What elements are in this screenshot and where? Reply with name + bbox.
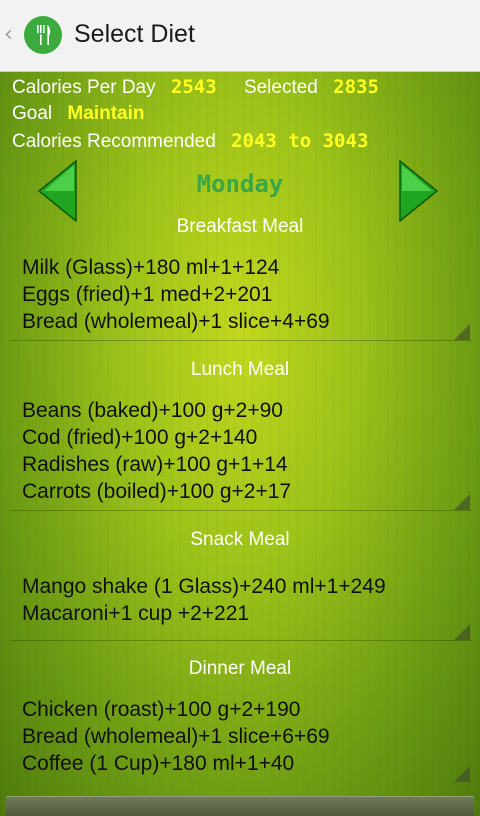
calories-per-day-label: Calories Per Day (12, 77, 156, 98)
snack-meal-title: Snack Meal (190, 529, 290, 550)
action-bar: ‹ Select Diet (0, 0, 480, 72)
dinner-meal-list[interactable]: Chicken (roast)+100 g+2+190 Bread (whole… (22, 696, 462, 777)
list-item: Cod (fried)+100 g+2+140 (22, 426, 258, 449)
list-item: Bread (wholemeal)+1 slice+6+69 (22, 725, 330, 748)
snack-meal-list[interactable]: Mango shake (1 Glass)+240 ml+1+249 Macar… (22, 573, 462, 627)
resize-corner-icon (454, 324, 470, 340)
list-item: Chicken (roast)+100 g+2+190 (22, 698, 301, 721)
divider (10, 510, 472, 511)
list-item: Eggs (fried)+1 med+2+201 (22, 283, 273, 306)
resize-corner-icon (454, 624, 470, 640)
divider (10, 340, 472, 341)
goal-row: Goal Maintain (12, 103, 144, 125)
divider (10, 640, 472, 641)
selected-value: 2835 (333, 76, 379, 98)
list-item: Radishes (raw)+100 g+1+14 (22, 453, 288, 476)
list-item: Coffee (1 Cup)+180 ml+1+40 (22, 752, 295, 775)
breakfast-meal-list[interactable]: Milk (Glass)+180 ml+1+124 Eggs (fried)+1… (22, 254, 462, 335)
resize-corner-icon (454, 766, 470, 782)
list-item: Milk (Glass)+180 ml+1+124 (22, 256, 280, 279)
page-title: Select Diet (74, 20, 195, 48)
list-item: Macaroni+1 cup +2+221 (22, 602, 250, 625)
calories-summary-row: Calories Per Day 2543 Selected 2835 (12, 76, 379, 99)
arrow-left-icon (37, 159, 77, 223)
day-label: Monday (196, 170, 284, 198)
fork-knife-icon[interactable] (24, 16, 62, 54)
breakfast-meal-title: Breakfast Meal (176, 216, 304, 237)
selected-label: Selected (243, 77, 318, 98)
lunch-meal-title: Lunch Meal (190, 359, 290, 380)
resize-corner-icon (454, 494, 470, 510)
bottom-button-bar[interactable] (6, 796, 474, 816)
chevron-left-icon[interactable]: ‹ (4, 22, 13, 47)
recommended-row: Calories Recommended 2043 to 3043 (12, 130, 368, 153)
list-item: Bread (wholemeal)+1 slice+4+69 (22, 310, 330, 333)
list-item: Beans (baked)+100 g+2+90 (22, 399, 283, 422)
arrow-right-icon (399, 159, 439, 223)
goal-value: Maintain (67, 103, 145, 124)
calories-per-day-value: 2543 (170, 76, 217, 98)
calories-recommended-value: 2043 to 3043 (231, 130, 369, 152)
calories-recommended-label: Calories Recommended (12, 131, 216, 152)
lunch-meal-list[interactable]: Beans (baked)+100 g+2+90 Cod (fried)+100… (22, 397, 462, 505)
list-item: Mango shake (1 Glass)+240 ml+1+249 (22, 575, 386, 598)
dinner-meal-title: Dinner Meal (188, 658, 292, 679)
diet-content: Calories Per Day 2543 Selected 2835 Goal… (0, 72, 480, 816)
list-item: Carrots (boiled)+100 g+2+17 (22, 480, 292, 503)
goal-label: Goal (12, 103, 53, 124)
